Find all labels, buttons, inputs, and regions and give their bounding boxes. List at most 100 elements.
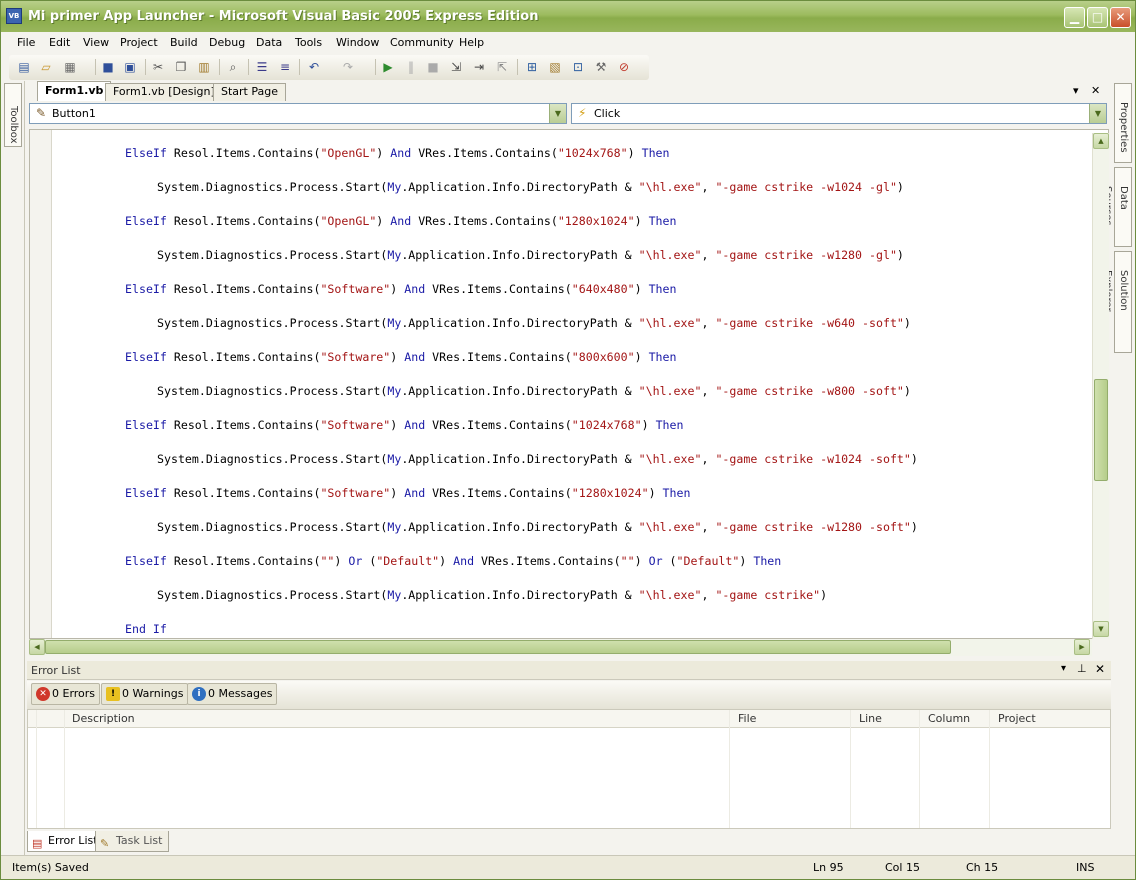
properties-icon[interactable]: ▧	[546, 58, 564, 76]
panel-menu-icon[interactable]: ▾	[1061, 663, 1066, 674]
column-line[interactable]: Line	[859, 712, 882, 725]
save-icon[interactable]: ■	[99, 58, 117, 76]
column-column[interactable]: Column	[928, 712, 970, 725]
column-file[interactable]: File	[738, 712, 756, 725]
code-text: .Application.Info.DirectoryPath &	[401, 384, 639, 398]
warning-icon: !	[106, 687, 120, 701]
code-line[interactable]: System.Diagnostics.Process.Start(My.Appl…	[157, 316, 911, 330]
vb-icon[interactable]: VB	[6, 8, 22, 24]
horizontal-scroll-thumb[interactable]	[45, 640, 951, 654]
step-over-icon[interactable]: ⇥	[470, 58, 488, 76]
step-into-icon[interactable]: ⇲	[447, 58, 465, 76]
scroll-left-icon[interactable]: ◀	[29, 639, 45, 655]
menu-community[interactable]: Community	[390, 36, 454, 49]
start-debug-icon[interactable]: ▶	[379, 58, 397, 76]
break-all-icon[interactable]: ‖	[402, 58, 420, 76]
column-description[interactable]: Description	[72, 712, 135, 725]
code-line[interactable]: System.Diagnostics.Process.Start(My.Appl…	[157, 588, 827, 602]
menu-build[interactable]: Build	[170, 36, 198, 49]
code-keyword: Then	[662, 486, 691, 500]
menu-window[interactable]: Window	[336, 36, 379, 49]
menu-debug[interactable]: Debug	[209, 36, 245, 49]
code-line[interactable]: End If	[125, 622, 167, 636]
tab-start-page[interactable]: Start Page	[213, 83, 286, 101]
code-line[interactable]: ElseIf Resol.Items.Contains("Software") …	[125, 350, 677, 364]
tab-task-list[interactable]: ✎ Task List	[95, 831, 170, 852]
warnings-filter-button[interactable]: ! 0 Warnings	[101, 683, 189, 705]
code-keyword: Then	[753, 554, 782, 568]
editor-gutter[interactable]	[30, 130, 52, 638]
stop-debug-icon[interactable]: ■	[424, 58, 442, 76]
code-line[interactable]: System.Diagnostics.Process.Start(My.Appl…	[157, 384, 911, 398]
code-line[interactable]: System.Diagnostics.Process.Start(My.Appl…	[157, 248, 904, 262]
properties-tab[interactable]: Properties	[1114, 83, 1132, 163]
code-line[interactable]: ElseIf Resol.Items.Contains("") Or ("Def…	[125, 554, 781, 568]
code-editor[interactable]: ElseIf Resol.Items.Contains("OpenGL") An…	[29, 129, 1109, 639]
toolbox-icon[interactable]: ⚒	[592, 58, 610, 76]
copy-icon[interactable]: ❐	[172, 58, 190, 76]
menu-file[interactable]: File	[17, 36, 35, 49]
code-string: "\hl.exe"	[638, 248, 702, 262]
code-line[interactable]: ElseIf Resol.Items.Contains("Software") …	[125, 282, 677, 296]
code-text: )	[634, 554, 649, 568]
menu-view[interactable]: View	[83, 36, 109, 49]
step-out-icon[interactable]: ⇱	[493, 58, 511, 76]
code-text: )	[376, 146, 391, 160]
tab-form1-design[interactable]: Form1.vb [Design]	[105, 83, 223, 101]
vertical-scroll-thumb[interactable]	[1094, 379, 1108, 481]
toolbox-tab[interactable]: Toolbox	[4, 83, 22, 147]
open-file-icon[interactable]: ▱	[37, 58, 55, 76]
paste-icon[interactable]: ▥	[195, 58, 213, 76]
menu-edit[interactable]: Edit	[49, 36, 70, 49]
object-browser-icon[interactable]: ⊡	[569, 58, 587, 76]
tab-list-dropdown[interactable]: ▾	[1073, 84, 1079, 97]
object-selector[interactable]: ✎ Button1 ▼	[29, 103, 567, 124]
vertical-scrollbar[interactable]: ▲ ▼	[1092, 133, 1109, 639]
maximize-button[interactable]: □	[1087, 7, 1108, 28]
code-line[interactable]: ElseIf Resol.Items.Contains("OpenGL") An…	[125, 146, 670, 160]
comment-icon[interactable]: ☰	[253, 58, 271, 76]
errors-filter-button[interactable]: ✕ 0 Errors	[31, 683, 101, 705]
add-item-icon[interactable]: ▦	[61, 58, 79, 76]
cut-icon[interactable]: ✂	[149, 58, 167, 76]
messages-filter-button[interactable]: i 0 Messages	[187, 683, 278, 705]
find-icon[interactable]: ⌕	[224, 58, 242, 76]
redo-icon[interactable]: ↷	[339, 58, 357, 76]
save-all-icon[interactable]: ▣	[121, 58, 139, 76]
horizontal-scrollbar[interactable]: ◀ ▶	[29, 639, 1092, 656]
minimize-button[interactable]: ▁	[1064, 7, 1085, 28]
close-document-button[interactable]: ✕	[1091, 84, 1100, 97]
close-panel-icon[interactable]: ✕	[1095, 662, 1105, 676]
scroll-up-icon[interactable]: ▲	[1093, 133, 1109, 149]
chevron-down-icon[interactable]: ▼	[1089, 104, 1106, 123]
chevron-down-icon[interactable]: ▼	[549, 104, 566, 123]
close-button[interactable]: ✕	[1110, 7, 1131, 28]
menu-help[interactable]: Help	[459, 36, 484, 49]
solution-explorer-icon[interactable]: ⊞	[523, 58, 541, 76]
code-line[interactable]: ElseIf Resol.Items.Contains("Software") …	[125, 418, 683, 432]
column-project[interactable]: Project	[998, 712, 1036, 725]
menu-project[interactable]: Project	[120, 36, 158, 49]
title-bar[interactable]: VB Mi primer App Launcher - Microsoft Vi…	[1, 1, 1135, 32]
new-project-icon[interactable]: ▤	[15, 58, 33, 76]
code-line[interactable]: System.Diagnostics.Process.Start(My.Appl…	[157, 520, 918, 534]
event-selector[interactable]: ⚡ Click ▼	[571, 103, 1107, 124]
tab-error-list[interactable]: ▤ Error List	[27, 831, 105, 852]
menu-tools[interactable]: Tools	[295, 36, 322, 49]
code-line[interactable]: System.Diagnostics.Process.Start(My.Appl…	[157, 180, 904, 194]
menu-data[interactable]: Data	[256, 36, 282, 49]
tab-form1-vb[interactable]: Form1.vb	[37, 81, 112, 101]
error-grid[interactable]: Description File Line Column Project	[27, 709, 1111, 829]
error-list-icon[interactable]: ⊘	[615, 58, 633, 76]
uncomment-icon[interactable]: ≡	[276, 58, 294, 76]
pin-icon[interactable]: ⊥	[1077, 662, 1087, 675]
code-text: (	[662, 554, 677, 568]
solution-explorer-tab[interactable]: Solution Explorer	[1102, 251, 1132, 353]
undo-icon[interactable]: ↶	[305, 58, 323, 76]
code-line[interactable]: ElseIf Resol.Items.Contains("Software") …	[125, 486, 690, 500]
scroll-right-icon[interactable]: ▶	[1074, 639, 1090, 655]
code-line[interactable]: System.Diagnostics.Process.Start(My.Appl…	[157, 452, 918, 466]
data-sources-tab[interactable]: Data Sources	[1102, 167, 1132, 247]
scroll-down-icon[interactable]: ▼	[1093, 621, 1109, 637]
code-line[interactable]: ElseIf Resol.Items.Contains("OpenGL") An…	[125, 214, 676, 228]
